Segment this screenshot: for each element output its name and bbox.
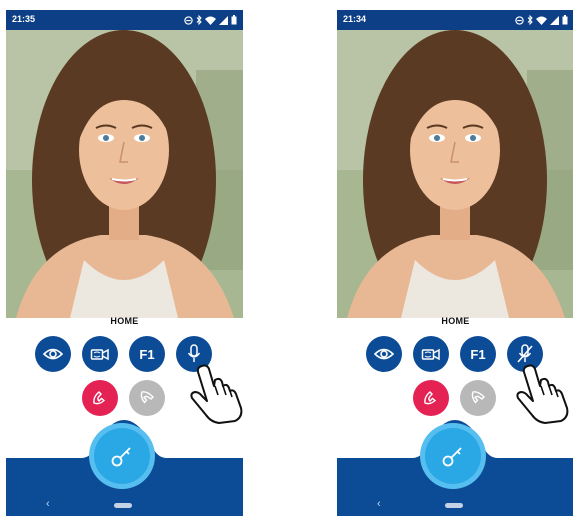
nav-back-button[interactable]: ‹ xyxy=(377,498,381,510)
hand-pointer-icon xyxy=(516,364,569,424)
door-open-button[interactable] xyxy=(425,428,481,484)
status-time: 21:34 xyxy=(343,14,367,24)
view-button[interactable] xyxy=(366,336,402,372)
video-feed xyxy=(337,30,573,318)
phone-answer-icon xyxy=(140,391,154,404)
signal-icon xyxy=(219,15,228,25)
status-icons xyxy=(515,13,568,27)
camera-switch-icon xyxy=(90,348,109,361)
eye-icon xyxy=(374,348,394,360)
phone-hangup-icon xyxy=(424,391,437,405)
phone-answer-icon xyxy=(471,391,485,404)
phone-hangup-icon xyxy=(93,391,106,405)
status-icons xyxy=(184,13,237,27)
battery-icon xyxy=(562,15,568,25)
location-title: HOME xyxy=(441,316,470,326)
do-not-disturb-icon xyxy=(515,15,524,25)
microphone-icon xyxy=(187,344,201,362)
wifi-icon xyxy=(536,16,547,25)
phone-screen-left: 21:35 HOME F1 ‹ xyxy=(6,10,243,516)
location-title: HOME xyxy=(110,316,139,326)
status-time: 21:35 xyxy=(12,14,36,24)
status-bar: 21:34 xyxy=(337,10,573,30)
status-bar: 21:35 xyxy=(6,10,243,30)
wifi-icon xyxy=(205,16,216,25)
signal-icon xyxy=(550,15,559,25)
video-feed xyxy=(6,30,243,318)
microphone-muted-icon xyxy=(517,344,533,363)
key-icon xyxy=(111,447,131,467)
do-not-disturb-icon xyxy=(184,15,193,25)
nav-home-pill[interactable] xyxy=(114,503,132,508)
view-button[interactable] xyxy=(35,336,71,372)
f1-label: F1 xyxy=(470,346,486,362)
camera-switch-icon xyxy=(421,348,440,361)
f1-label: F1 xyxy=(139,346,155,362)
hand-pointer-icon xyxy=(190,364,243,424)
camera-switch-button[interactable] xyxy=(82,336,118,372)
eye-icon xyxy=(43,348,63,360)
battery-icon xyxy=(231,15,237,25)
nav-back-button[interactable]: ‹ xyxy=(46,498,50,510)
function-f1-button[interactable]: F1 xyxy=(460,336,496,372)
nav-home-pill[interactable] xyxy=(445,503,463,508)
key-icon xyxy=(442,447,462,467)
camera-switch-button[interactable] xyxy=(413,336,449,372)
bluetooth-icon xyxy=(196,15,202,25)
bluetooth-icon xyxy=(527,15,533,25)
phone-screen-right: 21:34 HOME F1 ‹ xyxy=(337,10,573,516)
door-open-button[interactable] xyxy=(94,428,150,484)
function-f1-button[interactable]: F1 xyxy=(129,336,165,372)
